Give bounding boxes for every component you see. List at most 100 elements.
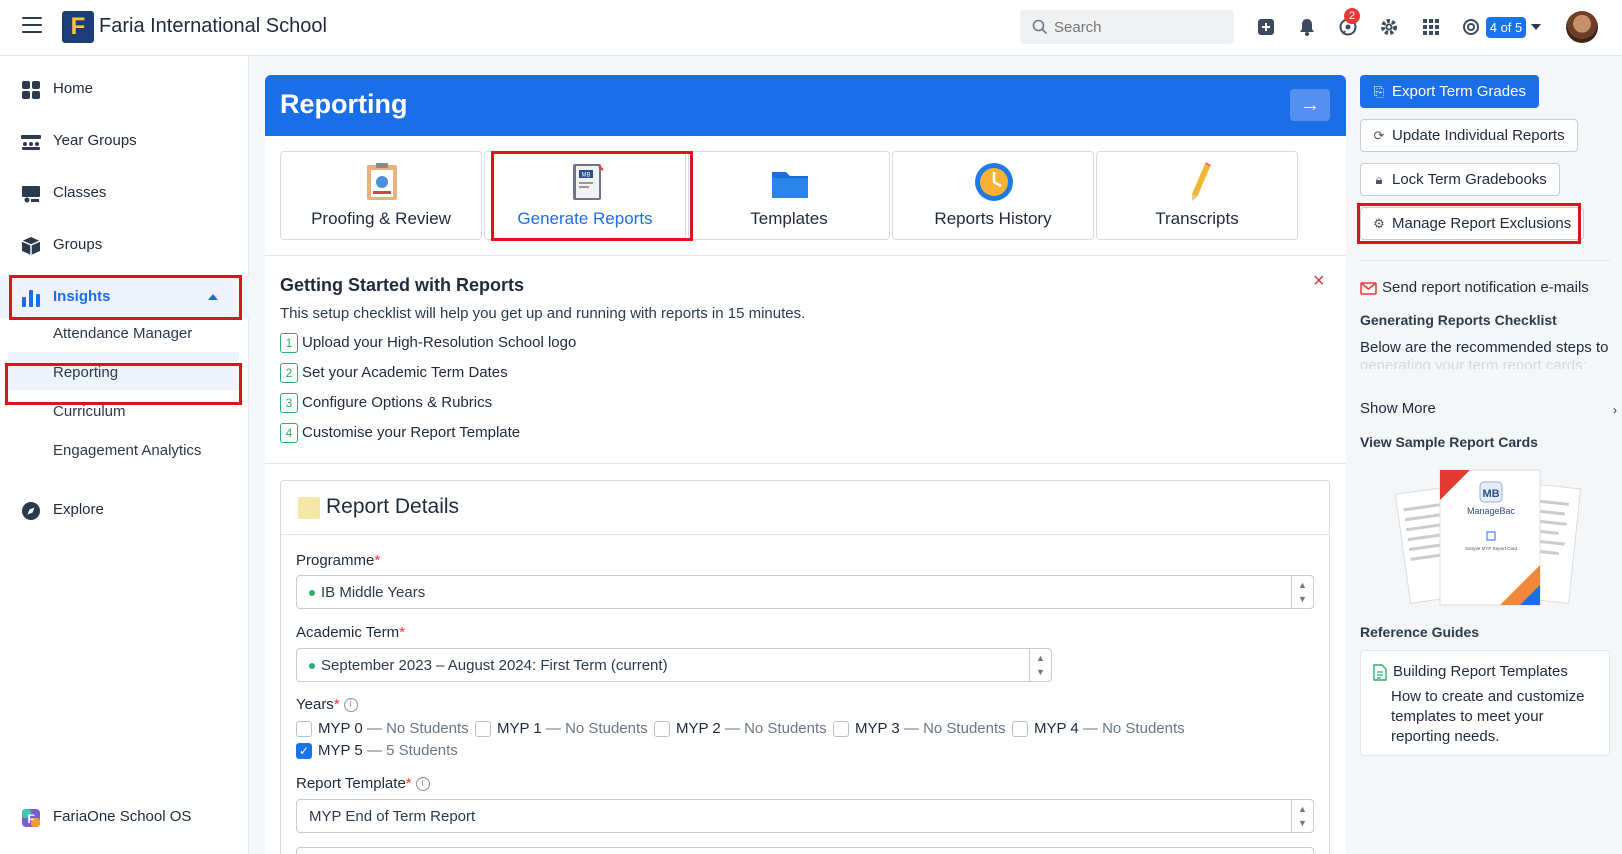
search-input[interactable] bbox=[1054, 10, 1224, 44]
highlight-manage-report-exclusions bbox=[1357, 203, 1581, 244]
programme-label: Programme* bbox=[296, 552, 381, 569]
sidebar-item-year-groups[interactable]: Year Groups bbox=[0, 120, 249, 162]
report-details-title: Report Details bbox=[326, 495, 460, 518]
school-logo[interactable]: F bbox=[62, 11, 94, 43]
reference-guide-card[interactable]: Building Report Templates How to create … bbox=[1360, 650, 1610, 756]
year-checkbox-myp2[interactable]: MYP 2 — No Students bbox=[654, 720, 827, 738]
checklist-step[interactable]: 1 Upload your High-Resolution School logo bbox=[280, 333, 576, 353]
step-text: Upload your High-Resolution School logo bbox=[302, 333, 577, 351]
sidebar-item-explore[interactable]: Explore bbox=[0, 489, 249, 531]
reference-guide-text: How to create and customize templates to… bbox=[1391, 688, 1585, 745]
main-panel: Reporting → Proofing & Review MB Generat… bbox=[265, 75, 1346, 854]
year-checkbox-myp0[interactable]: MYP 0 — No Students bbox=[296, 720, 469, 738]
tile-transcripts[interactable]: Transcripts bbox=[1096, 151, 1298, 240]
sidebar-item-groups[interactable]: Groups bbox=[0, 224, 249, 266]
document-icon bbox=[1373, 664, 1387, 681]
checklist-step[interactable]: 4 Customise your Report Template bbox=[280, 423, 520, 443]
checklist-step[interactable]: 3 Configure Options & Rubrics bbox=[280, 393, 492, 413]
folder-icon bbox=[772, 172, 808, 198]
sidebar-item-classes[interactable]: Classes bbox=[0, 172, 249, 214]
tile-templates[interactable]: Templates bbox=[688, 151, 890, 240]
next-field-select[interactable] bbox=[296, 847, 1314, 854]
sidebar-item-home[interactable]: Home bbox=[0, 68, 249, 110]
academic-term-select[interactable]: September 2023 – August 2024: First Term… bbox=[296, 648, 1052, 682]
chevron-right-icon[interactable]: › bbox=[1613, 403, 1617, 417]
proofing-clipboard-icon bbox=[367, 163, 397, 200]
report-template-value: MYP End of Term Report bbox=[309, 808, 476, 825]
report-template-select[interactable]: MYP End of Term Report ▲ ▼ bbox=[296, 799, 1314, 833]
sidebar-item-label: Home bbox=[53, 80, 94, 97]
step-number: 2 bbox=[280, 363, 298, 383]
getting-started-subtitle: This setup checklist will help you get u… bbox=[280, 305, 806, 322]
sample-card-title: Sample MYP Report Card bbox=[1465, 546, 1517, 551]
fariaone-logo-icon: F bbox=[22, 809, 40, 827]
help-lifebuoy-icon[interactable] bbox=[1460, 16, 1482, 38]
hamburger-menu-icon[interactable] bbox=[22, 17, 42, 33]
export-term-grades-button[interactable]: ⎘ Export Term Grades bbox=[1360, 75, 1539, 108]
report-card-illustration: MB ManageBac Sample MYP Report Card bbox=[1394, 469, 1582, 606]
reference-guide-title: Building Report Templates bbox=[1393, 663, 1568, 680]
highlight-generate-reports bbox=[491, 151, 693, 241]
close-icon[interactable]: × bbox=[1313, 270, 1325, 293]
sidebar-item-label: Classes bbox=[53, 184, 107, 201]
info-icon: i bbox=[343, 698, 358, 713]
tile-proofing-review[interactable]: Proofing & Review bbox=[280, 151, 482, 240]
lock-term-gradebooks-button[interactable]: 🔒︎ Lock Term Gradebooks bbox=[1360, 163, 1560, 196]
sidebar-item-label: Year Groups bbox=[53, 132, 137, 149]
gear-icon[interactable] bbox=[1378, 16, 1400, 38]
update-individual-reports-button[interactable]: ⟳ Update Individual Reports bbox=[1360, 119, 1578, 152]
years-label: Years* i bbox=[296, 696, 358, 713]
sample-brand: ManageBac bbox=[1467, 506, 1516, 516]
sidebar-subitem-curriculum[interactable]: Curriculum bbox=[53, 403, 126, 420]
sidebar-item-label: FariaOne School OS bbox=[53, 808, 192, 825]
lock-icon: 🔒︎ bbox=[1375, 172, 1383, 187]
add-icon[interactable] bbox=[1255, 16, 1277, 38]
academic-term-value: September 2023 – August 2024: First Term… bbox=[309, 657, 668, 674]
select-stepper-icon: ▲ ▼ bbox=[1291, 576, 1313, 608]
sidebar-item-label: Groups bbox=[53, 236, 103, 253]
memo-icon bbox=[298, 497, 320, 519]
send-notification-link[interactable]: Send report notification e-mails bbox=[1360, 279, 1589, 296]
highlight-reporting bbox=[5, 363, 242, 405]
export-file-icon: ⎘ bbox=[1373, 84, 1385, 99]
show-more-link[interactable]: Show More bbox=[1360, 400, 1436, 417]
user-avatar[interactable] bbox=[1566, 11, 1598, 43]
apps-grid-icon[interactable] bbox=[1420, 16, 1442, 38]
tile-label: Proofing & Review bbox=[311, 209, 451, 228]
academic-term-label: Academic Term* bbox=[296, 624, 405, 641]
programme-value: IB Middle Years bbox=[309, 584, 425, 601]
divider bbox=[265, 463, 1346, 464]
programme-select[interactable]: IB Middle Years ▲ ▼ bbox=[296, 575, 1314, 609]
sidebar-footer-fariaone[interactable]: F FariaOne School OS bbox=[0, 796, 249, 838]
sample-report-cards-title: View Sample Report Cards bbox=[1360, 434, 1538, 450]
sidebar-subitem-engagement-analytics[interactable]: Engagement Analytics bbox=[53, 442, 201, 459]
tile-label: Templates bbox=[750, 209, 828, 228]
reference-guides-title: Reference Guides bbox=[1360, 624, 1480, 640]
sidebar-item-label: Explore bbox=[53, 501, 104, 518]
pencil-icon bbox=[1192, 162, 1211, 201]
divider bbox=[265, 255, 1346, 256]
sample-report-card-thumbnail[interactable]: MB ManageBac Sample MYP Report Card bbox=[1360, 460, 1610, 610]
report-details-header: Report Details bbox=[281, 481, 1329, 535]
divider bbox=[1360, 260, 1610, 261]
refresh-icon: ⟳ bbox=[1373, 128, 1385, 143]
report-details-card: Report Details Programme* IB Middle Year… bbox=[280, 480, 1330, 854]
checklist-step[interactable]: 2 Set your Academic Term Dates bbox=[280, 363, 508, 383]
step-text: Set your Academic Term Dates bbox=[302, 363, 508, 381]
sidebar-subitem-attendance-manager[interactable]: Attendance Manager bbox=[53, 325, 192, 342]
app-name[interactable]: Faria International School bbox=[99, 15, 327, 38]
tile-reports-history[interactable]: Reports History bbox=[892, 151, 1094, 240]
pager-badge[interactable]: 4 of 5 bbox=[1486, 17, 1526, 38]
top-bar: F Faria International School 2 4 of 5 bbox=[0, 0, 1622, 56]
arrow-right-icon[interactable]: → bbox=[1290, 89, 1330, 121]
sidebar: Home Year Groups Classes Groups Insights… bbox=[0, 56, 249, 854]
year-checkbox-myp3[interactable]: MYP 3 — No Students bbox=[833, 720, 1006, 738]
step-text: Customise your Report Template bbox=[302, 423, 521, 441]
year-checkbox-myp4[interactable]: MYP 4 — No Students bbox=[1012, 720, 1185, 738]
search-box[interactable] bbox=[1020, 10, 1234, 44]
bell-icon[interactable] bbox=[1296, 16, 1318, 38]
year-checkbox-myp1[interactable]: MYP 1 — No Students bbox=[475, 720, 648, 738]
chevron-down-icon[interactable] bbox=[1531, 24, 1541, 30]
year-checkbox-myp5[interactable]: ✓ MYP 5 — 5 Students bbox=[296, 742, 458, 760]
step-number: 4 bbox=[280, 423, 298, 443]
